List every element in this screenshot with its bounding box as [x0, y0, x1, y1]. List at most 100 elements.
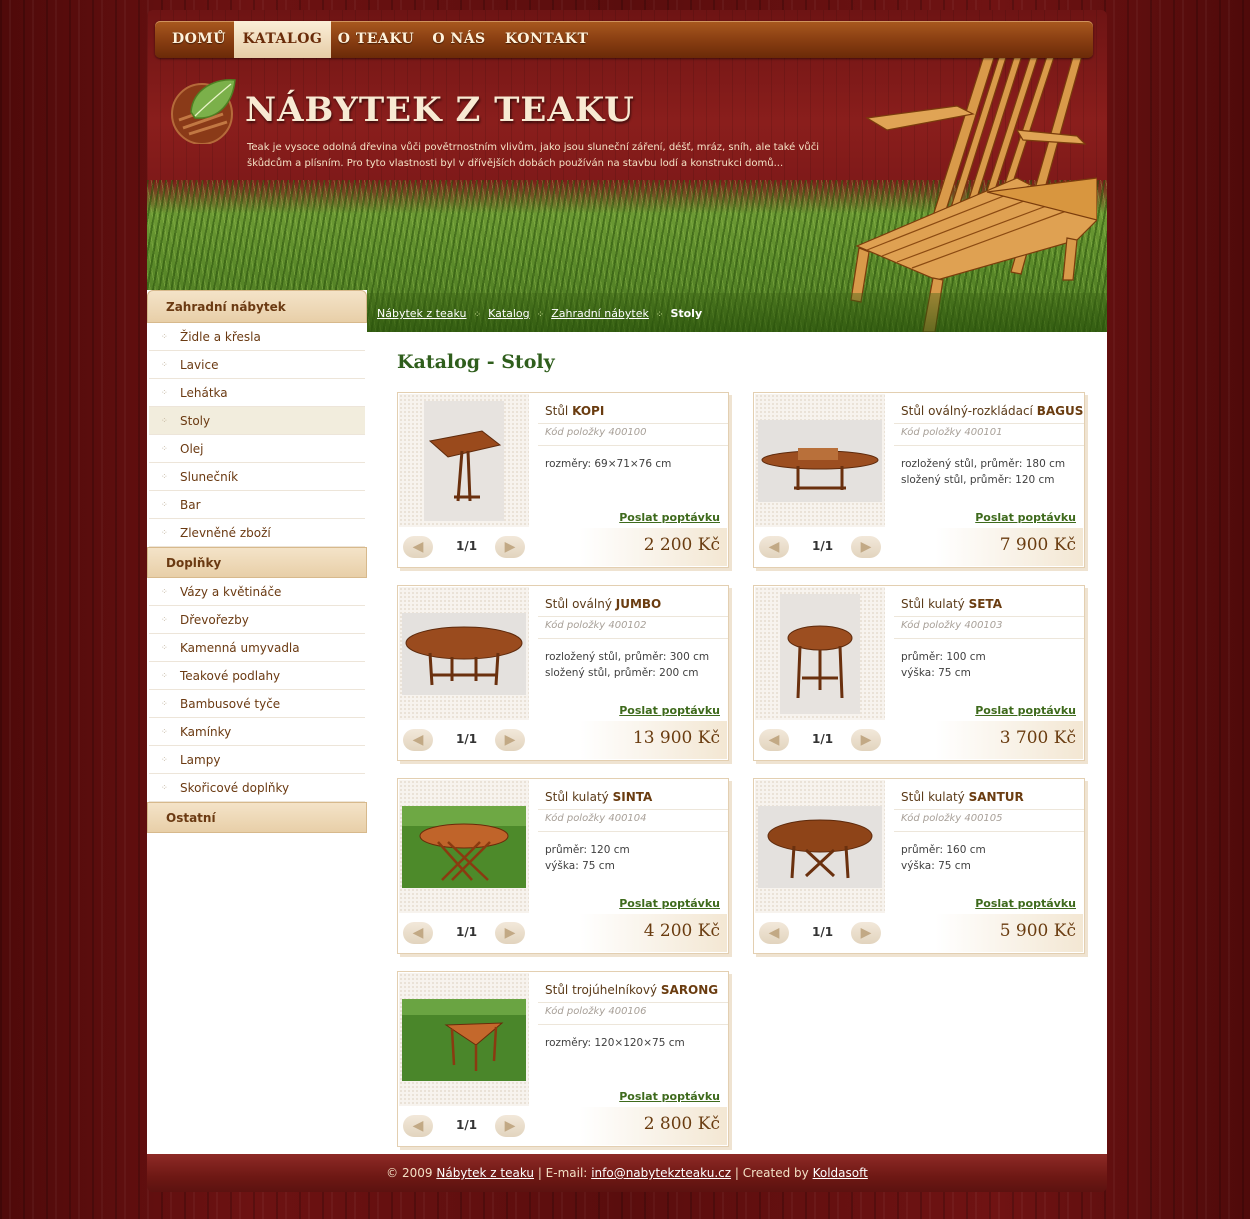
- product-code: Kód položky 400105: [901, 813, 1003, 824]
- card-footer: ◀ 1/1 ▶ 13 900 Kč: [399, 721, 727, 759]
- prev-arrow-icon[interactable]: ◀: [759, 536, 789, 558]
- product-name[interactable]: Stůl trojúhelníkový SARONG: [545, 983, 718, 997]
- nav-contact[interactable]: KONTAKT: [505, 21, 588, 58]
- sidebar-item-parasol[interactable]: ⁘ Slunečník: [149, 463, 365, 491]
- product-name[interactable]: Stůl oválný-rozkládací BAGUS: [901, 404, 1083, 418]
- sidebar-item-label: Bambusové tyče: [180, 697, 281, 711]
- bullet-icon: ⁘: [161, 388, 168, 397]
- bullet-icon: ⁘: [161, 727, 168, 736]
- main-content: Katalog - Stoly Stůl KOPI Kód položky 40…: [367, 332, 1107, 1154]
- prev-arrow-icon[interactable]: ◀: [759, 729, 789, 751]
- footer-creator-link[interactable]: Koldasoft: [813, 1166, 868, 1180]
- divider: [538, 445, 728, 446]
- divider: [894, 423, 1084, 424]
- product-code: Kód položky 400100: [545, 427, 647, 438]
- footer-copyright: © 2009: [386, 1166, 433, 1180]
- nav-catalog[interactable]: KATALOG: [234, 21, 331, 58]
- product-type: Stůl kulatý: [901, 597, 965, 611]
- product-name[interactable]: Stůl kulatý SANTUR: [901, 790, 1024, 804]
- prev-arrow-icon[interactable]: ◀: [403, 536, 433, 558]
- sidebar-item-teak-floors[interactable]: ⁘ Teakové podlahy: [149, 662, 365, 690]
- main-nav: DOMŮ KATALOG O TEAKU O NÁS KONTAKT: [155, 21, 1093, 58]
- breadcrumb-link-garden[interactable]: Zahradní nábytek: [551, 307, 649, 320]
- sidebar-item-stone-basins[interactable]: ⁘ Kamenná umyvadla: [149, 634, 365, 662]
- prev-arrow-icon[interactable]: ◀: [403, 729, 433, 751]
- product-thumbnail[interactable]: [399, 394, 529, 527]
- product-thumbnail[interactable]: [399, 587, 529, 720]
- sidebar-item-chairs[interactable]: ⁘ Židle a křesla: [149, 323, 365, 351]
- product-name[interactable]: Stůl kulatý SETA: [901, 597, 1002, 611]
- product-thumbnail[interactable]: [399, 780, 529, 913]
- nav-home[interactable]: DOMŮ: [165, 21, 233, 58]
- breadcrumb-link-home[interactable]: Nábytek z teaku: [377, 307, 467, 320]
- bullet-icon: ⁘: [161, 360, 168, 369]
- sidebar-item-lamps[interactable]: ⁘ Lampy: [149, 746, 365, 774]
- footer-site-link[interactable]: Nábytek z teaku: [436, 1166, 534, 1180]
- product-image: [758, 805, 882, 888]
- image-pager: 1/1: [456, 732, 478, 746]
- product-dimensions: průměr: 100 cm výška: 75 cm: [901, 649, 986, 681]
- sidebar-item-label: Slunečník: [180, 470, 239, 484]
- next-arrow-icon[interactable]: ▶: [495, 536, 525, 558]
- product-code: Kód položky 400104: [545, 813, 647, 824]
- prev-arrow-icon[interactable]: ◀: [759, 922, 789, 944]
- product-card: Stůl oválný-rozkládací BAGUS Kód položky…: [753, 392, 1085, 568]
- next-arrow-icon[interactable]: ▶: [851, 922, 881, 944]
- product-price: 7 900 Kč: [999, 535, 1076, 555]
- send-request-link[interactable]: Poslat poptávku: [975, 897, 1076, 910]
- nav-about-teak[interactable]: O TEAKU: [335, 21, 417, 58]
- sidebar-item-cinnamon[interactable]: ⁘ Skořicové doplňky: [149, 774, 365, 802]
- send-request-link[interactable]: Poslat poptávku: [619, 897, 720, 910]
- sidebar-item-benches[interactable]: ⁘ Lavice: [149, 351, 365, 379]
- product-type: Stůl kulatý: [545, 790, 609, 804]
- product-name[interactable]: Stůl KOPI: [545, 404, 604, 418]
- send-request-link[interactable]: Poslat poptávku: [975, 511, 1076, 524]
- next-arrow-icon[interactable]: ▶: [495, 729, 525, 751]
- sidebar-item-bamboo[interactable]: ⁘ Bambusové tyče: [149, 690, 365, 718]
- next-arrow-icon[interactable]: ▶: [851, 729, 881, 751]
- next-arrow-icon[interactable]: ▶: [495, 922, 525, 944]
- prev-arrow-icon[interactable]: ◀: [403, 922, 433, 944]
- product-thumbnail[interactable]: [755, 780, 885, 913]
- divider: [538, 809, 728, 810]
- send-request-link[interactable]: Poslat poptávku: [619, 511, 720, 524]
- sidebar-section-garden-furniture[interactable]: Zahradní nábytek: [147, 290, 367, 323]
- breadcrumb-link-catalog[interactable]: Katalog: [488, 307, 530, 320]
- product-type: Stůl oválný: [545, 597, 612, 611]
- image-pager: 1/1: [456, 539, 478, 553]
- sidebar-item-oil[interactable]: ⁘ Olej: [149, 435, 365, 463]
- footer-email-link[interactable]: info@nabytekzteaku.cz: [591, 1166, 731, 1180]
- sidebar-list-accessories: ⁘ Vázy a květináče ⁘ Dřevořezby ⁘ Kamenná u…: [147, 578, 367, 802]
- site-title[interactable]: NÁBYTEK Z TEAKU: [245, 90, 635, 130]
- sidebar-item-label: Kamínky: [180, 725, 232, 739]
- dimension-line: rozložený stůl, průměr: 180 cm: [901, 458, 1066, 470]
- next-arrow-icon[interactable]: ▶: [851, 536, 881, 558]
- product-name[interactable]: Stůl oválný JUMBO: [545, 597, 661, 611]
- product-price: 13 900 Kč: [632, 728, 720, 748]
- product-thumbnail[interactable]: [755, 587, 885, 720]
- nav-about-us[interactable]: O NÁS: [429, 21, 489, 58]
- product-card: Stůl trojúhelníkový SARONG Kód položky 4…: [397, 971, 729, 1147]
- send-request-link[interactable]: Poslat poptávku: [619, 704, 720, 717]
- product-type: Stůl: [545, 404, 569, 418]
- sidebar-item-woodcarvings[interactable]: ⁘ Dřevořezby: [149, 606, 365, 634]
- send-request-link[interactable]: Poslat poptávku: [619, 1090, 720, 1103]
- send-request-link[interactable]: Poslat poptávku: [975, 704, 1076, 717]
- product-thumbnail[interactable]: [755, 394, 885, 527]
- sidebar-item-vases[interactable]: ⁘ Vázy a květináče: [149, 578, 365, 606]
- sidebar-item-loungers[interactable]: ⁘ Lehátka: [149, 379, 365, 407]
- sidebar-item-bar[interactable]: ⁘ Bar: [149, 491, 365, 519]
- product-type: Stůl kulatý: [901, 790, 965, 804]
- sidebar-section-accessories[interactable]: Doplňky: [147, 547, 367, 578]
- next-arrow-icon[interactable]: ▶: [495, 1115, 525, 1137]
- dimension-line: rozměry: 69×71×76 cm: [545, 458, 672, 470]
- prev-arrow-icon[interactable]: ◀: [403, 1115, 433, 1137]
- product-thumbnail[interactable]: [399, 973, 529, 1106]
- image-pager: 1/1: [456, 925, 478, 939]
- sidebar-item-pebbles[interactable]: ⁘ Kamínky: [149, 718, 365, 746]
- logo-leaf-icon[interactable]: [169, 76, 239, 144]
- sidebar-item-tables[interactable]: ⁘ Stoly: [149, 407, 365, 435]
- product-name[interactable]: Stůl kulatý SINTA: [545, 790, 652, 804]
- sidebar-item-discounted[interactable]: ⁘ Zlevněné zboží: [149, 519, 365, 547]
- sidebar-section-other[interactable]: Ostatní: [147, 802, 367, 833]
